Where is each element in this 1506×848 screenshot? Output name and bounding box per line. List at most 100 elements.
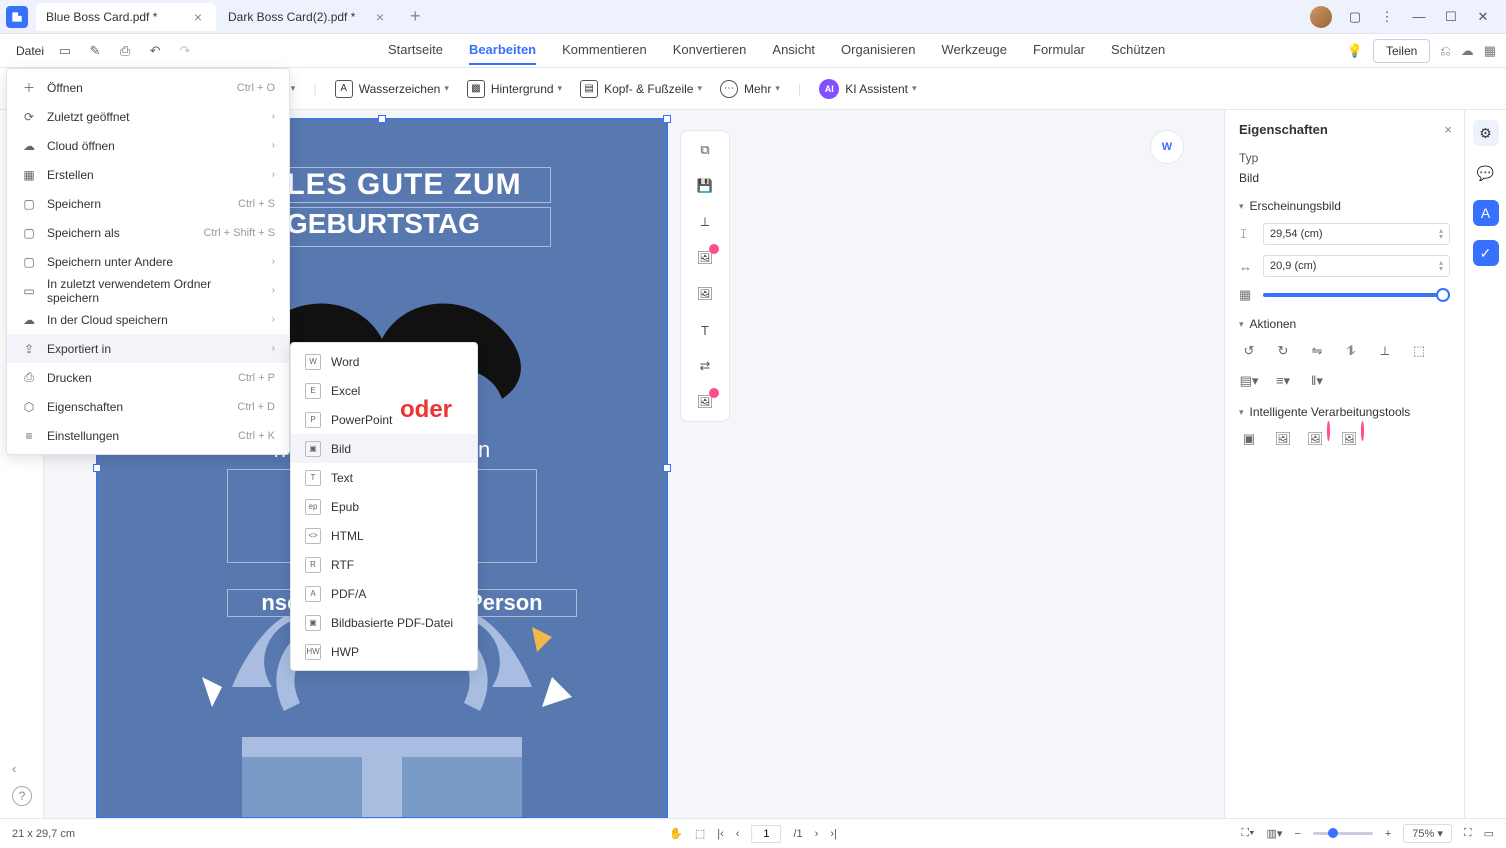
share-tree-icon[interactable]: ⎌ [1440,43,1450,59]
duplicate-icon[interactable]: ⧉ [694,139,716,161]
resize-handle[interactable] [663,464,671,472]
help-icon[interactable]: ? [12,786,32,806]
resize-handle[interactable] [378,115,386,123]
add-tab-button[interactable]: + [400,6,431,27]
zoom-in-icon[interactable]: + [1385,828,1391,840]
rotate-ccw-icon[interactable]: ↺ [1239,341,1259,361]
share-button[interactable]: Teilen [1373,39,1430,63]
section-actions[interactable]: Aktionen [1239,317,1450,331]
close-icon[interactable]: × [372,9,388,25]
export-item-text[interactable]: TText [291,463,477,492]
align-left-icon[interactable]: ▤▾ [1239,371,1259,391]
menu-item-cloud-ffnen[interactable]: ☁Cloud öffnen› [7,131,289,160]
resize-handle[interactable] [93,464,101,472]
save-icon[interactable]: ✎ [86,42,104,60]
align-center-icon[interactable]: ≡▾ [1273,371,1293,391]
cloud-upload-icon[interactable]: ☁ [1461,43,1474,59]
flip-vertical-icon[interactable]: ⥮ [1341,341,1361,361]
tool-ai-assistant[interactable]: AIKI Assistent▾ [819,79,916,99]
read-mode-icon[interactable]: ▭ [1484,827,1494,840]
zoom-out-icon[interactable]: − [1294,828,1300,840]
tool-background[interactable]: ▩Hintergrund▾ [467,80,562,98]
close-window-icon[interactable]: ✕ [1474,8,1492,26]
undo-icon[interactable]: ↶ [146,42,164,60]
feedback-icon[interactable]: ▢ [1346,8,1364,26]
nav-schuetzen[interactable]: Schützen [1111,36,1165,65]
nav-kommentieren[interactable]: Kommentieren [562,36,647,65]
file-menu-button[interactable]: Datei [10,40,50,62]
menu-item-eigenschaften[interactable]: ⬡EigenschaftenCtrl + D [7,392,289,421]
save-disk-icon[interactable]: 💾 [694,175,716,197]
fit-page-icon[interactable]: ⛶▾ [1241,827,1254,840]
ocr-text-icon[interactable]: T [694,319,716,341]
nav-startseite[interactable]: Startseite [388,36,443,65]
translate-icon[interactable]: A [1473,200,1499,226]
tab[interactable]: Dark Boss Card(2).pdf * × [218,3,398,31]
select-tool-icon[interactable]: ⬚ [695,827,705,840]
menu-item-in-der-cloud-speichern[interactable]: ☁In der Cloud speichern› [7,305,289,334]
menu-item-erstellen[interactable]: ▦Erstellen› [7,160,289,189]
hand-tool-icon[interactable]: ✋ [669,827,683,840]
section-appearance[interactable]: Erscheinungsbild [1239,199,1450,213]
layout-icon[interactable]: ▦ [1484,43,1496,59]
export-item-bildbasierte-pdf-datei[interactable]: ▣Bildbasierte PDF-Datei [291,608,477,637]
redo-icon[interactable]: ↷ [176,42,194,60]
image-tool-icon[interactable]: 🖼 [1273,429,1293,449]
enhance-tool-icon[interactable]: 🖼 [1307,429,1327,449]
kebab-menu-icon[interactable]: ⋮ [1378,8,1396,26]
export-item-bild[interactable]: ▣Bild [291,434,477,463]
next-page-icon[interactable]: › [815,828,819,840]
tool-header-footer[interactable]: ▤Kopf- & Fußzeile▾ [580,80,702,98]
print-icon[interactable]: ⎙ [116,42,134,60]
word-convert-badge[interactable]: W [1150,130,1184,164]
menu-item-einstellungen[interactable]: ≡EinstellungenCtrl + K [7,421,289,450]
tool-watermark[interactable]: AWasserzeichen▾ [335,80,449,98]
nav-werkzeuge[interactable]: Werkzeuge [941,36,1007,65]
export-item-pdf-a[interactable]: APDF/A [291,579,477,608]
distribute-icon[interactable]: ‖▾ [1307,371,1327,391]
last-page-icon[interactable]: ›| [830,828,837,840]
minimize-icon[interactable]: — [1410,8,1428,26]
nav-organisieren[interactable]: Organisieren [841,36,915,65]
ai-image-icon[interactable]: 🖼 [694,391,716,413]
view-layout-icon[interactable]: ▥▾ [1266,827,1282,840]
menu-item-speichern-als[interactable]: ▢Speichern alsCtrl + Shift + S [7,218,289,247]
export-item-rtf[interactable]: RRTF [291,550,477,579]
menu-item-exportiert-in[interactable]: ⇪Exportiert in› [7,334,289,363]
tab-active[interactable]: Blue Boss Card.pdf * × [36,3,216,31]
export-item-html[interactable]: <>HTML [291,521,477,550]
height-input[interactable]: 29,54 (cm)▴▾ [1263,223,1450,245]
menu-item-speichern-unter-andere[interactable]: ▢Speichern unter Andere› [7,247,289,276]
export-item-hwp[interactable]: HWHWP [291,637,477,666]
close-icon[interactable]: × [190,9,206,25]
menu-item-zuletzt-ge-ffnet[interactable]: ⟳Zuletzt geöffnet› [7,102,289,131]
adjustments-icon[interactable]: ⚙ [1473,120,1499,146]
check-icon[interactable]: ✓ [1473,240,1499,266]
replace-image-icon[interactable]: ⇄ [694,355,716,377]
picture-icon[interactable]: 🖼 [694,283,716,305]
collapse-panel-icon[interactable]: ‹ [12,761,16,776]
lightbulb-icon[interactable]: 💡 [1347,43,1363,59]
resize-handle[interactable] [663,115,671,123]
fullscreen-icon[interactable]: ⛶ [1464,827,1472,840]
zoom-slider[interactable] [1313,832,1373,835]
tool-more[interactable]: ⋯Mehr▾ [720,80,780,98]
ai-tool-icon[interactable]: 🖼 [1341,429,1361,449]
opacity-slider[interactable] [1263,293,1450,297]
open-icon[interactable]: ▭ [56,42,74,60]
zoom-value[interactable]: 75% ▾ [1403,824,1452,843]
crop-action-icon[interactable]: ⟂ [1375,341,1395,361]
avatar[interactable] [1310,6,1332,28]
nav-bearbeiten[interactable]: Bearbeiten [469,36,536,65]
chat-ai-icon[interactable]: 💬 [1473,160,1499,186]
prev-page-icon[interactable]: ‹ [736,828,740,840]
nav-konvertieren[interactable]: Konvertieren [673,36,747,65]
width-input[interactable]: 20,9 (cm)▴▾ [1263,255,1450,277]
rotate-cw-icon[interactable]: ↻ [1273,341,1293,361]
menu-item-speichern[interactable]: ▢SpeichernCtrl + S [7,189,289,218]
menu-item-drucken[interactable]: ⎙DruckenCtrl + P [7,363,289,392]
export-item-epub[interactable]: epEpub [291,492,477,521]
first-page-icon[interactable]: |‹ [717,828,724,840]
nav-formular[interactable]: Formular [1033,36,1085,65]
section-smart-tools[interactable]: Intelligente Verarbeitungstools [1239,405,1450,419]
